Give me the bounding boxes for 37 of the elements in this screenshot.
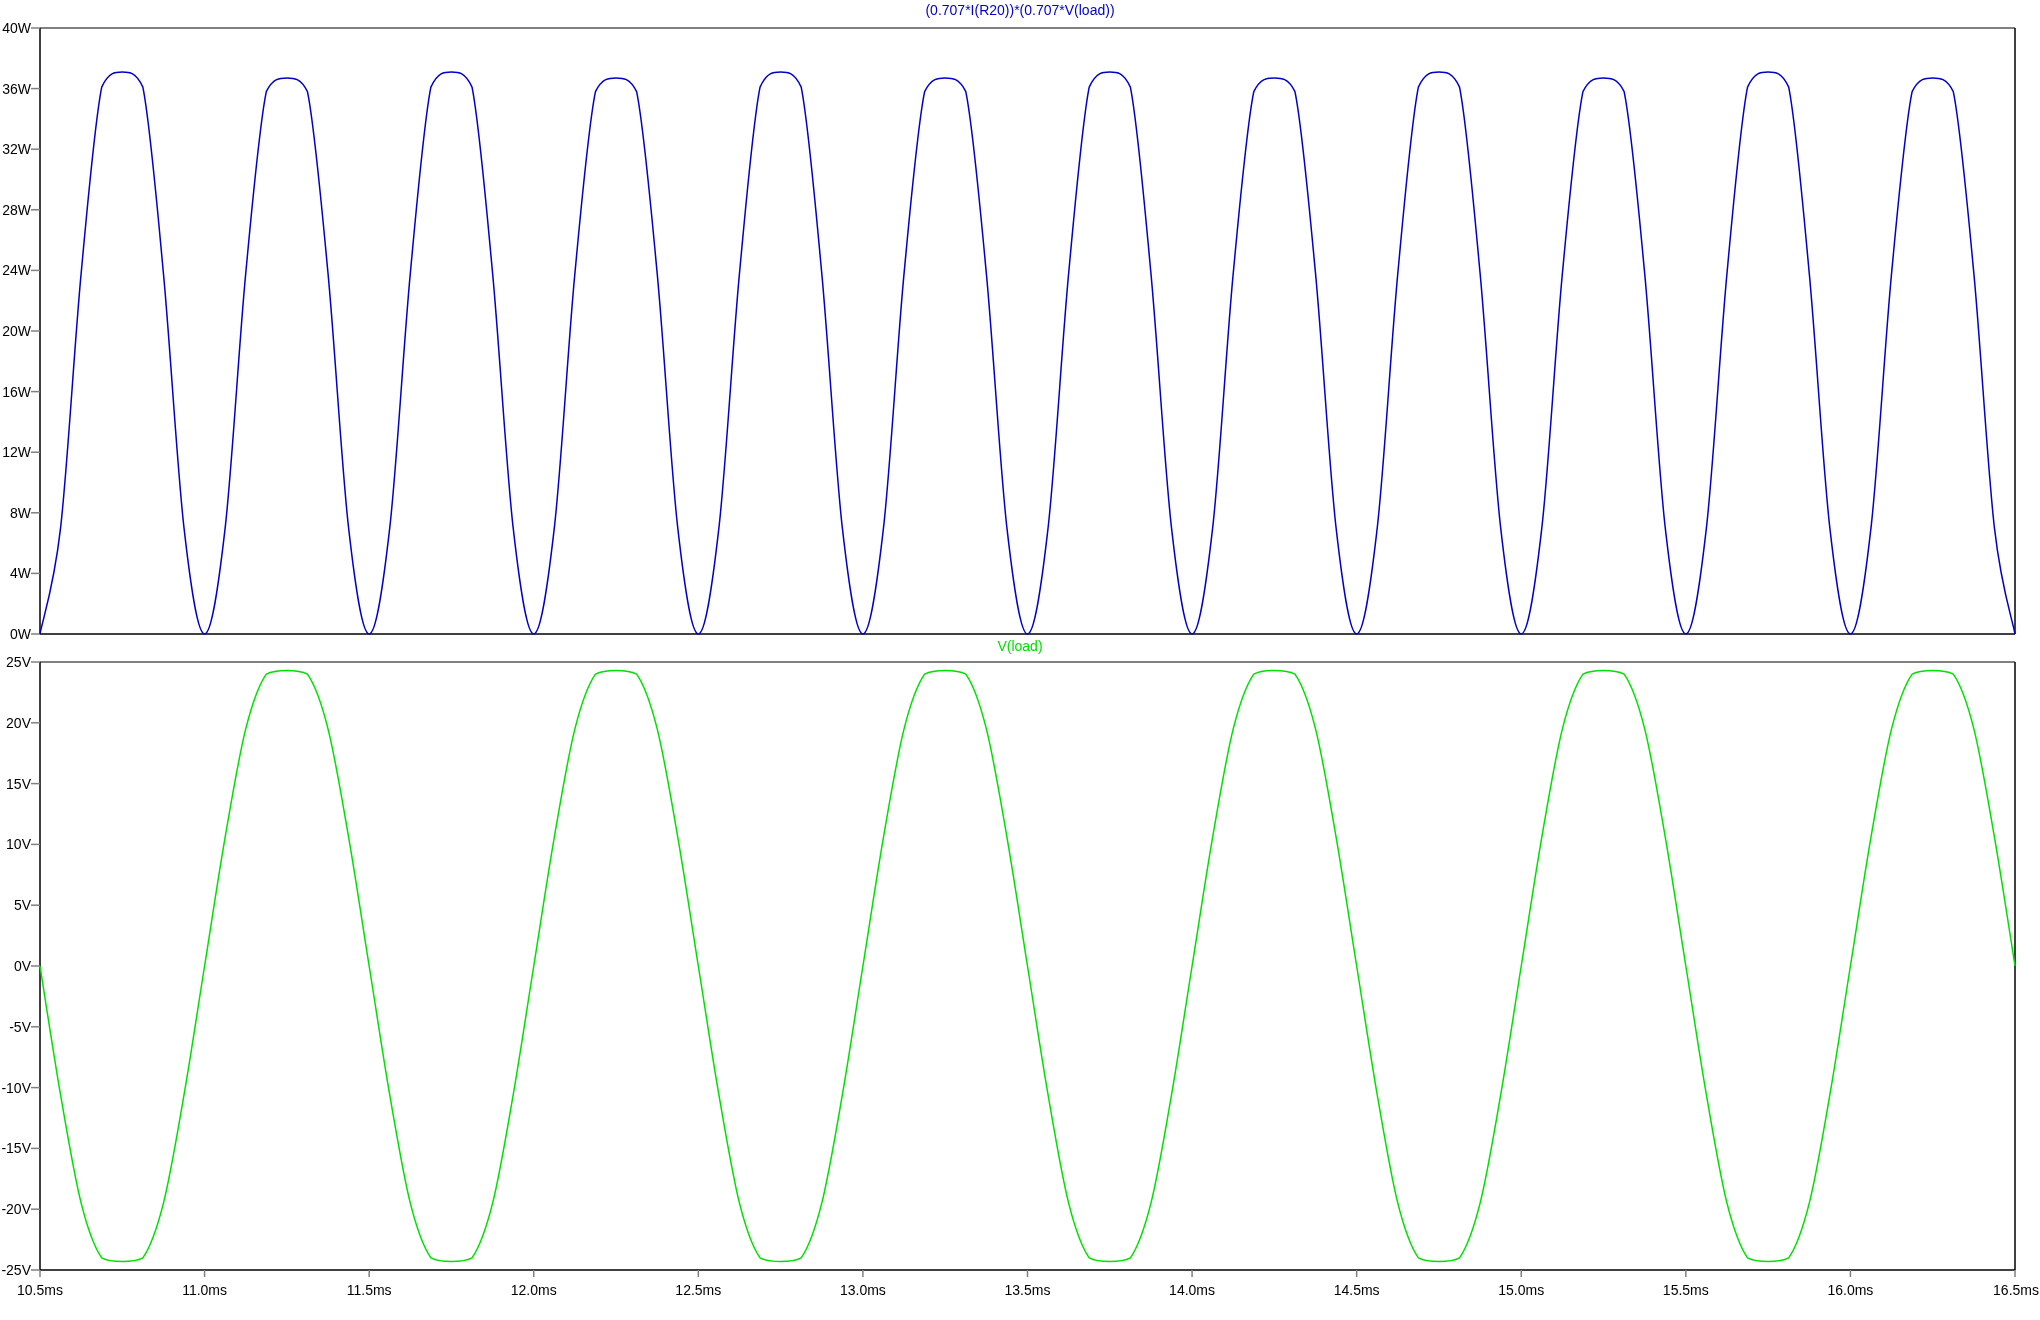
chart-title: (0.707*I(R20))*(0.707*V(load))	[925, 2, 1115, 18]
axis-tick-label: 20W	[2, 323, 31, 339]
axis-tick-label: 14.0ms	[1169, 1282, 1216, 1298]
axis-tick-label: -15V	[1, 1140, 31, 1157]
axis-tick-label: 16.5ms	[1993, 1282, 2039, 1298]
axis-tick-label: 32W	[2, 141, 31, 158]
axis-tick-label: -25V	[1, 1262, 31, 1278]
axis-tick-label: 13.0ms	[839, 1282, 886, 1298]
axis-tick-label: 40W	[2, 20, 31, 36]
axis-tick-label: 11.5ms	[346, 1282, 392, 1298]
axis-tick-label: -10V	[1, 1079, 31, 1096]
axis-tick-label: 15.0ms	[1498, 1282, 1545, 1298]
chart-title: V(load)	[997, 640, 1043, 654]
axis-tick-label: 4W	[10, 565, 31, 582]
axis-tick-label: 36W	[2, 80, 31, 97]
axis-tick-label: 15V	[6, 775, 31, 792]
axis-tick-label: 20V	[6, 714, 31, 731]
axis-tick-label: 12.0ms	[510, 1282, 557, 1298]
axis-tick-label: 12W	[2, 444, 31, 461]
axis-tick-label: 5V	[13, 897, 31, 914]
axis-tick-label: 24W	[2, 262, 31, 279]
axis-tick-label: 11.0ms	[182, 1282, 227, 1298]
axis-tick-label: 0V	[13, 958, 31, 974]
axis-tick-label: 16.0ms	[1827, 1282, 1874, 1298]
axis-tick-label: 25V	[6, 654, 31, 670]
axis-tick-label: 15.5ms	[1662, 1282, 1709, 1298]
axis-tick-label: -20V	[1, 1201, 31, 1218]
axis-tick-label: 10V	[6, 836, 31, 853]
axis-tick-label: -5V	[9, 1018, 31, 1035]
axis-tick-label: 10.5ms	[17, 1282, 63, 1298]
axis-tick-label: 12.5ms	[675, 1282, 722, 1298]
axis-tick-label: 13.5ms	[1004, 1282, 1051, 1298]
axis-tick-label: 14.5ms	[1333, 1282, 1380, 1298]
axis-tick-label: 28W	[2, 201, 31, 218]
axis-tick-label: 8W	[10, 504, 31, 521]
axis-tick-label: 16W	[2, 383, 31, 400]
axis-tick-label: 0W	[10, 626, 31, 640]
